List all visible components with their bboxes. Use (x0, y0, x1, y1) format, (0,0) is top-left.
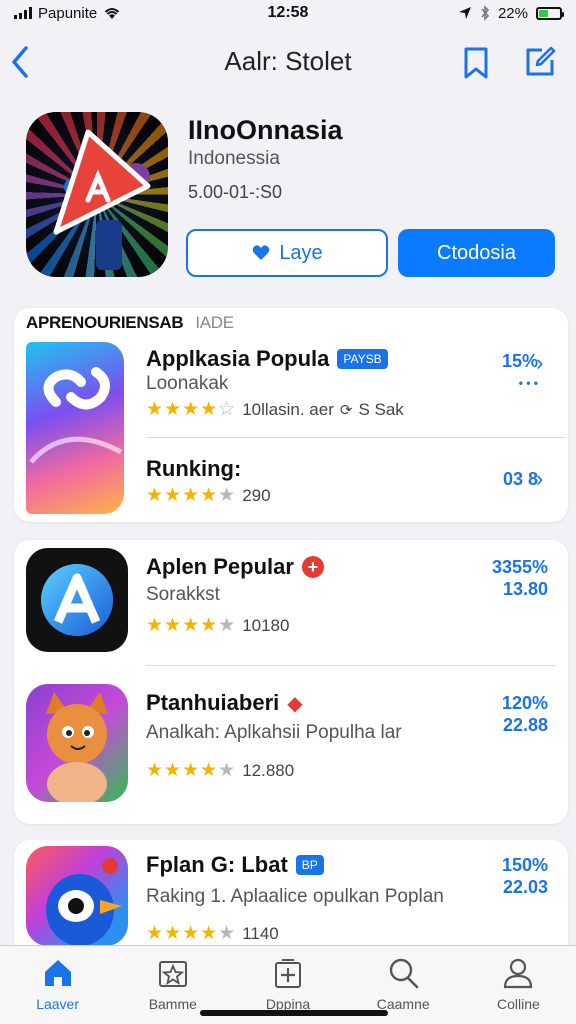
row-metric: 120% 22.88 (502, 692, 548, 736)
like-button[interactable]: Laye (186, 229, 388, 277)
row-metric: 3355% 13.80 (492, 556, 548, 600)
row-badge: PAYSB (337, 349, 388, 369)
tab-profile-label: Colline (497, 996, 540, 1012)
row-title-text: Applkasia Popula (146, 346, 330, 371)
person-icon (504, 958, 533, 989)
letter-a-icon (41, 564, 113, 636)
get-button[interactable]: Ctodosia (398, 229, 555, 277)
like-button-label: Laye (279, 241, 323, 264)
divider (146, 665, 556, 666)
home-icon (44, 960, 71, 986)
app-thumbnail-4[interactable] (26, 846, 128, 946)
row-subtitle: Raking 1. Aplaalice opulkan Poplan (146, 886, 444, 907)
section-title-extra: IADE (195, 313, 234, 332)
row-metric-value: 3355% (491, 557, 548, 577)
row-rating: ★★★★★ 1140 (146, 922, 279, 945)
tab-home[interactable]: Laaver (0, 946, 115, 1024)
navigation-bar: Aalr: Stolet (0, 40, 576, 84)
section-title-label: APRENOURIENSAB (26, 313, 184, 332)
tab-bar: Laaver Bamme Dppina Caamne Colline (0, 945, 576, 1024)
section-title: APRENOURIENSAB IADE (26, 313, 234, 333)
app-subtitle: Indonessia (188, 148, 280, 169)
wifi-icon (105, 8, 120, 19)
divider (146, 437, 566, 438)
row-metric-value: 15% (501, 351, 538, 371)
rating-count: 1140 (242, 923, 279, 943)
app-name: IInoOnnasia (188, 115, 343, 145)
row-metric: 03 8 (503, 468, 538, 490)
row-metric: 15% • • • (502, 350, 538, 394)
row-title-text: Aplen Pepular (146, 554, 294, 579)
tab-profile[interactable]: Colline (461, 946, 576, 1024)
location-icon (458, 7, 471, 19)
compose-icon[interactable] (522, 44, 558, 80)
app-thumbnail-2[interactable] (26, 548, 128, 652)
tab-home-label: Laaver (36, 996, 79, 1012)
row-subtitle: Loonakak (146, 373, 229, 394)
row-subtitle: Analkah: Aplkahsii Populha lar (146, 722, 402, 743)
row-title[interactable]: Fplan G: Lbat BP (146, 852, 324, 878)
plus-badge-icon: + (301, 556, 324, 578)
row-badge: BP (295, 855, 324, 875)
row-rating: ★★★★★ 12.880 (146, 759, 294, 782)
rating-count: 10180 (242, 615, 290, 635)
plus-box-icon (275, 959, 301, 988)
diamond-badge-icon: ◆ (287, 692, 303, 715)
chevron-right-icon[interactable]: › (536, 466, 543, 492)
rating-count: 290 (242, 485, 271, 505)
play-triangle-icon (53, 129, 151, 270)
row-metric-value: 03 8 (502, 469, 538, 489)
row-metric-secondary: 22.03 (502, 877, 548, 897)
app-thumbnail-3[interactable] (26, 684, 128, 802)
rating-stars-icon: ★★★★☆ (146, 399, 237, 420)
rating-stars-icon: ★★★★★ (146, 760, 237, 781)
tab-featured-label: Bamme (148, 996, 197, 1012)
app-meta: 5.00-01-:S0 (188, 182, 283, 202)
search-icon (390, 958, 419, 989)
row-title[interactable]: Applkasia Popula PAYSB (146, 346, 388, 372)
link-icon (29, 367, 123, 464)
battery-percent: 22% (497, 4, 528, 22)
row-metric-dots: • • • (518, 376, 538, 390)
row-metric-secondary: 22.88 (502, 715, 548, 735)
row-rating: ★★★★★ 290 (146, 484, 271, 507)
status-bar: Papunite 12:58 22% (0, 0, 576, 26)
row-metric: 150% 22.03 (502, 854, 548, 898)
row-subtitle: Sorakkst (146, 584, 220, 605)
row-title-text: Fplan G: Lbat (146, 852, 288, 877)
row-metric-value: 120% (501, 693, 548, 713)
home-indicator[interactable] (200, 1010, 388, 1016)
app-icon[interactable] (26, 112, 168, 277)
row-title[interactable]: Ptanhuiaberi ◆ (146, 690, 303, 716)
status-time: 12:58 (267, 4, 309, 21)
heart-icon (253, 245, 270, 260)
rating-extra: S Sak (358, 399, 404, 419)
refresh-icon: ⟳ (339, 401, 353, 419)
rating-count: 10llasin. aer (242, 399, 334, 419)
battery-icon (536, 6, 564, 20)
bluetooth-icon (481, 5, 490, 21)
bookmark-icon[interactable] (462, 46, 490, 80)
bird-character-icon (46, 858, 122, 946)
rating-count: 12.880 (242, 760, 295, 780)
row-title[interactable]: Aplen Pepular + (146, 554, 324, 580)
app-thumbnail-1[interactable] (26, 342, 124, 514)
rating-stars-icon: ★★★★★ (146, 923, 237, 944)
row-rating: ★★★★☆ 10llasin. aer ⟳ S Sak (146, 398, 404, 421)
chevron-right-icon[interactable]: › (536, 350, 543, 376)
fox-character-icon (46, 692, 108, 802)
rating-stars-icon: ★★★★★ (146, 485, 237, 506)
rating-stars-icon: ★★★★★ (146, 615, 237, 636)
signal-icon (14, 7, 32, 19)
row-title-text: Runking: (146, 456, 242, 481)
row-metric-value: 150% (501, 855, 548, 875)
star-icon (158, 961, 187, 987)
row-metric-secondary: 13.80 (502, 579, 548, 599)
carrier-label: Papunite (38, 4, 98, 22)
row-title-text: Ptanhuiaberi (146, 690, 280, 715)
row-rating: ★★★★★ 10180 (146, 614, 289, 637)
row-title[interactable]: Runking: (146, 456, 241, 482)
